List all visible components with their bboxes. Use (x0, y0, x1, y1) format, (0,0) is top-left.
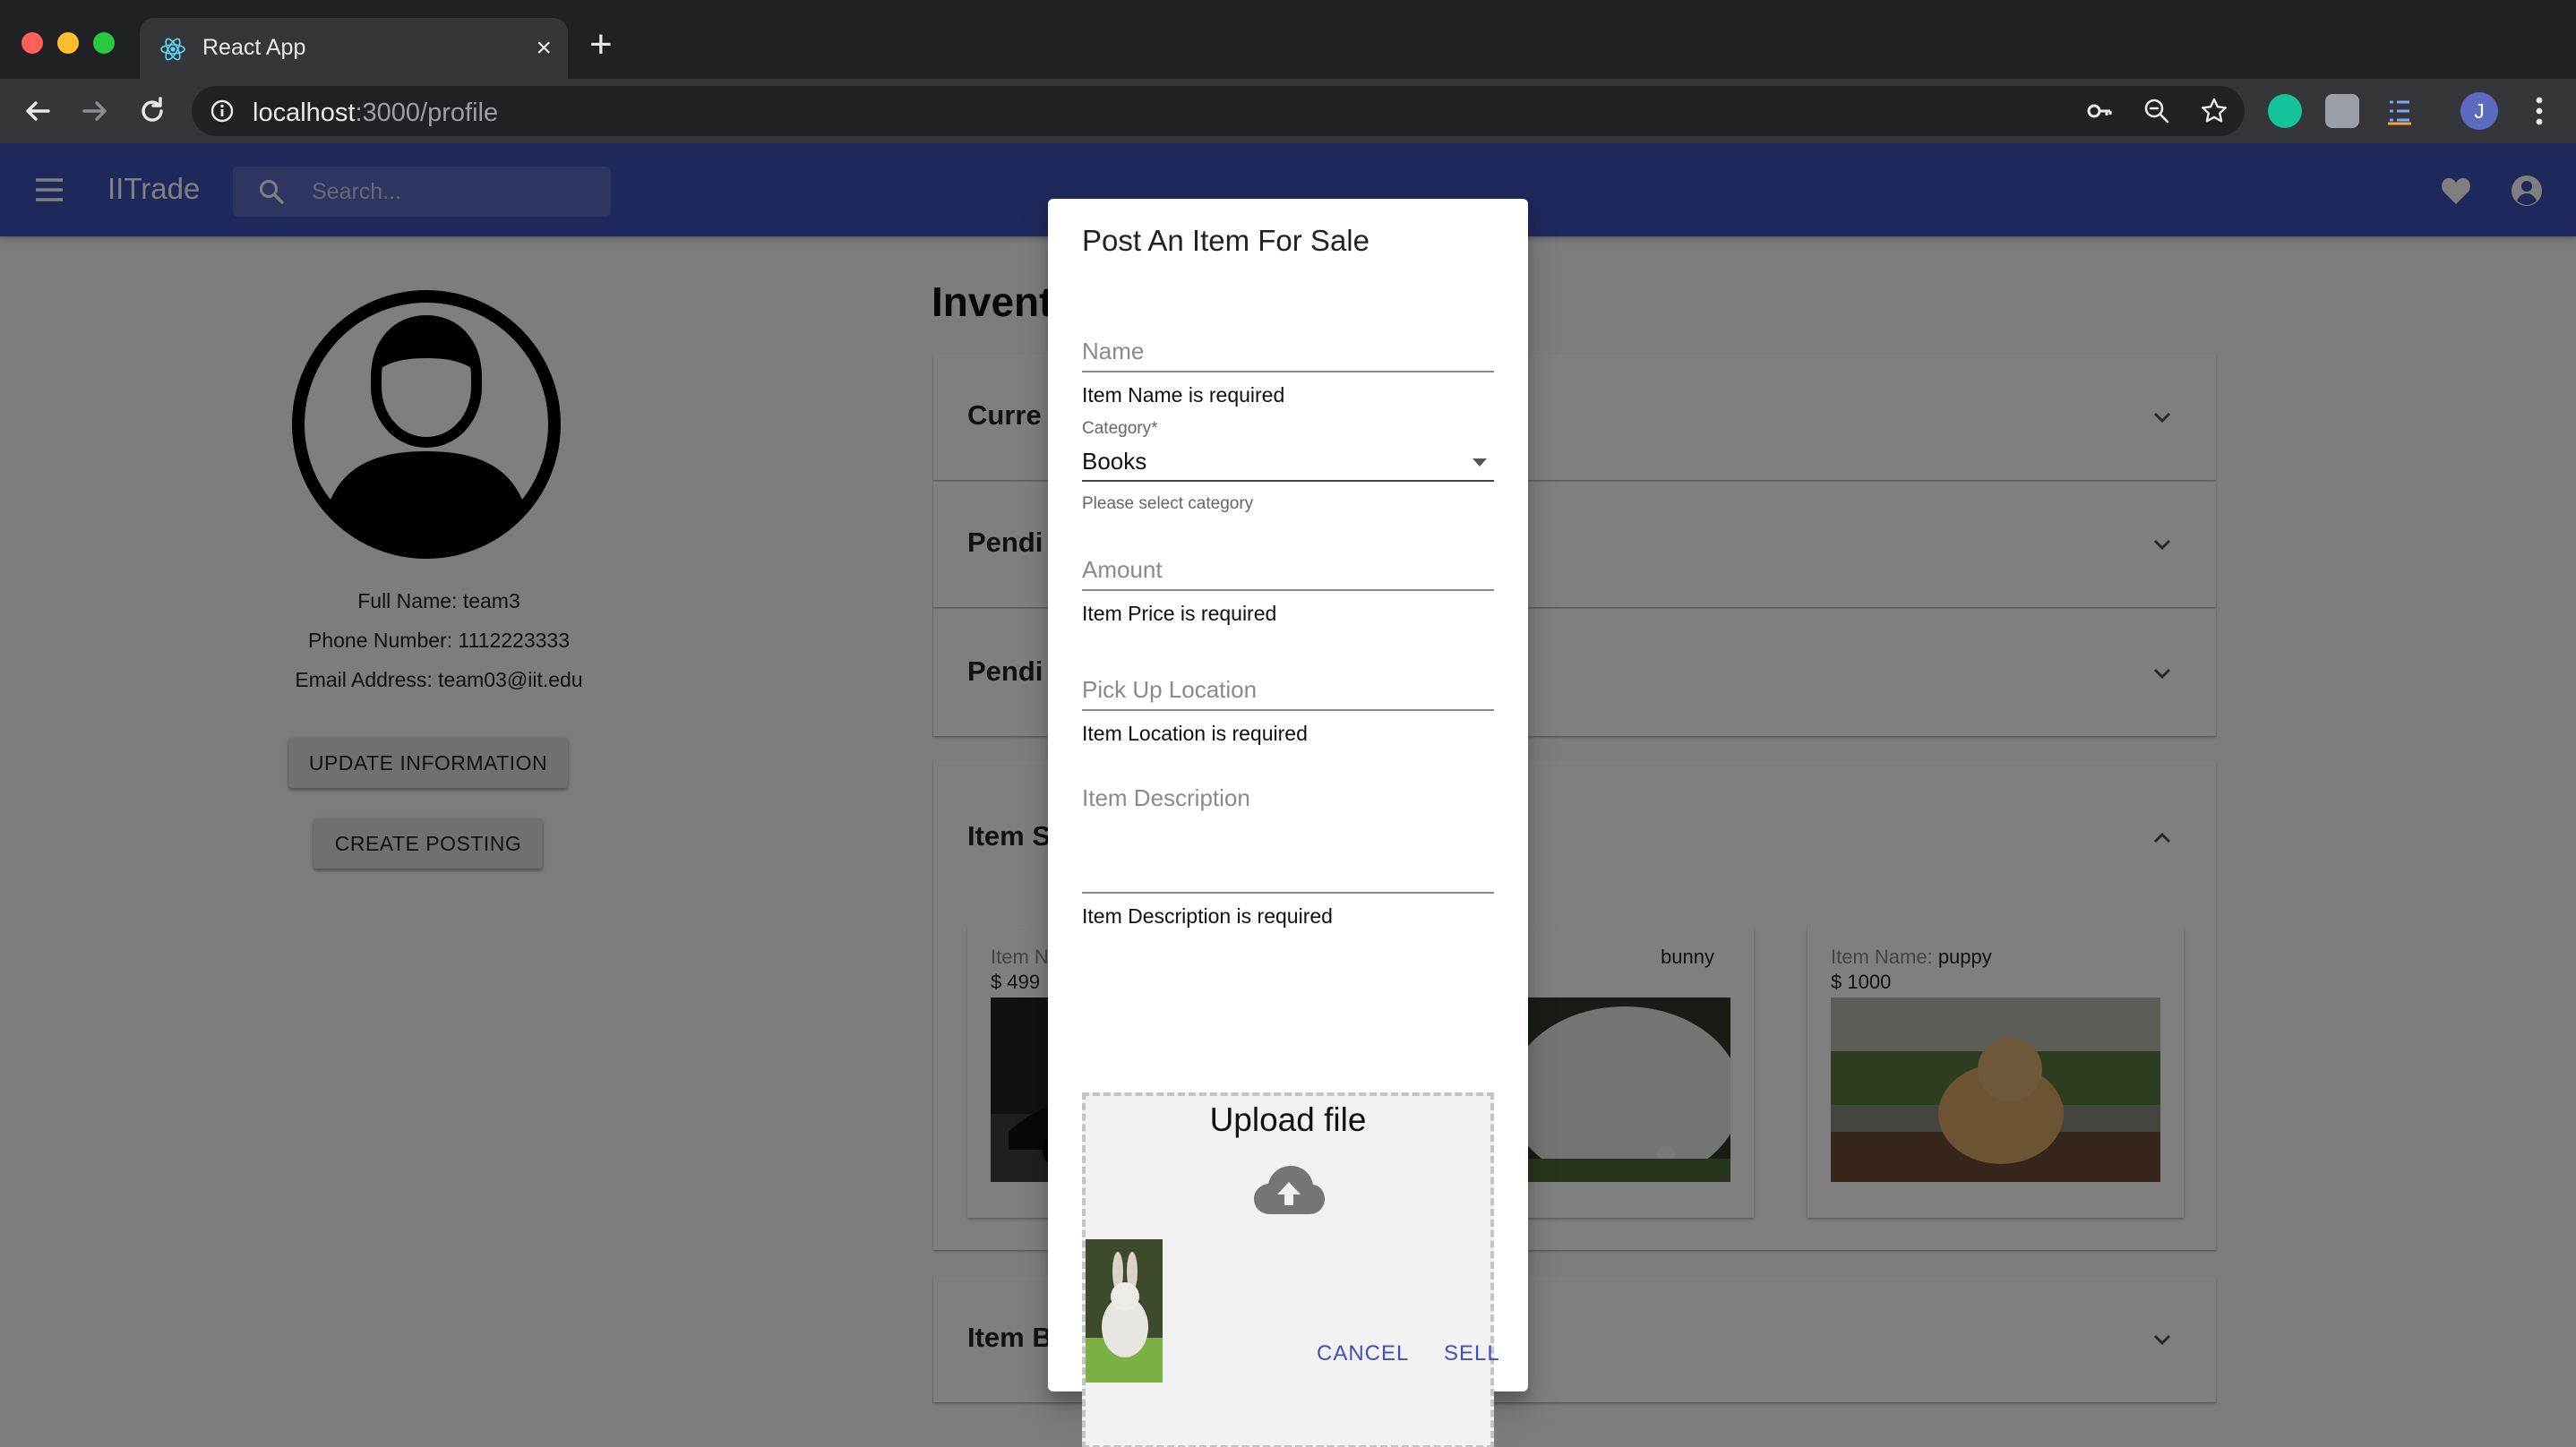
required-mark: * (1151, 419, 1158, 438)
url-text[interactable]: localhost:3000/profile (253, 98, 498, 128)
browser-tabstrip: React App × + (0, 0, 2576, 79)
new-tab-button[interactable]: + (589, 25, 613, 64)
uploaded-image-thumbnail[interactable] (1086, 1239, 1163, 1383)
cloud-upload-icon (1254, 1166, 1325, 1214)
web-page: IITrade Full Name: team3 Phone Number: 1… (0, 143, 2576, 1447)
upload-dropzone[interactable]: Upload file (1082, 1092, 1494, 1447)
name-field: Item Name is required (1082, 331, 1494, 421)
location-error-text: Item Location is required (1082, 722, 1308, 745)
bookmark-star-icon[interactable] (2200, 97, 2228, 125)
maximize-window-button[interactable] (93, 32, 115, 54)
url-host: localhost (253, 98, 356, 127)
location-input[interactable] (1082, 670, 1494, 711)
browser-toolbar: localhost:3000/profile J (0, 79, 2576, 143)
reload-icon[interactable] (133, 91, 172, 131)
dialog-title: Post An Item For Sale (1082, 224, 1370, 257)
category-select[interactable]: Books (1082, 444, 1494, 482)
url-path: :3000/profile (355, 98, 499, 127)
category-label: Category* (1082, 419, 1158, 439)
location-field: Item Location is required (1082, 670, 1494, 759)
tab-title: React App (202, 35, 306, 60)
browser-profile-avatar[interactable]: J (2460, 92, 2498, 130)
browser-tab[interactable]: React App × (140, 18, 568, 79)
reading-list-icon[interactable] (2383, 94, 2417, 128)
name-error-text: Item Name is required (1082, 383, 1285, 407)
description-error-text: Item Description is required (1082, 904, 1333, 928)
forward-arrow-icon[interactable] (75, 91, 115, 131)
browser-menu-icon[interactable] (2526, 93, 2553, 129)
upload-title: Upload file (1209, 1101, 1367, 1138)
site-info-icon[interactable] (210, 98, 235, 124)
name-input[interactable] (1082, 331, 1494, 372)
category-field: Category* Books Please select category (1082, 419, 1494, 513)
amount-input[interactable] (1082, 550, 1494, 591)
amount-error-text: Item Price is required (1082, 602, 1277, 625)
dropdown-arrow-icon[interactable] (1471, 457, 1489, 467)
sell-button[interactable]: SELL (1444, 1341, 1500, 1366)
tab-close-icon[interactable]: × (536, 32, 552, 64)
amount-field: Item Price is required (1082, 550, 1494, 639)
post-item-dialog: Post An Item For Sale Item Name is requi… (1048, 199, 1528, 1447)
key-icon[interactable] (2085, 97, 2114, 125)
react-logo-icon (160, 38, 185, 61)
description-textarea[interactable] (1082, 784, 1494, 894)
zoom-out-icon[interactable] (2142, 97, 2171, 125)
close-window-button[interactable] (21, 32, 43, 54)
grammarly-extension-icon[interactable] (2268, 94, 2302, 128)
minimize-window-button[interactable] (57, 32, 79, 54)
category-helper-text: Please select category (1082, 494, 1254, 513)
description-field: Item Description is required (1082, 784, 1494, 946)
address-bar[interactable]: localhost:3000/profile (192, 86, 2245, 136)
category-selected-value: Books (1082, 448, 1147, 475)
back-arrow-icon[interactable] (18, 91, 57, 131)
category-label-text: Category (1082, 419, 1152, 438)
cancel-button[interactable]: CANCEL (1317, 1341, 1409, 1366)
extension-icon[interactable] (2325, 94, 2359, 128)
